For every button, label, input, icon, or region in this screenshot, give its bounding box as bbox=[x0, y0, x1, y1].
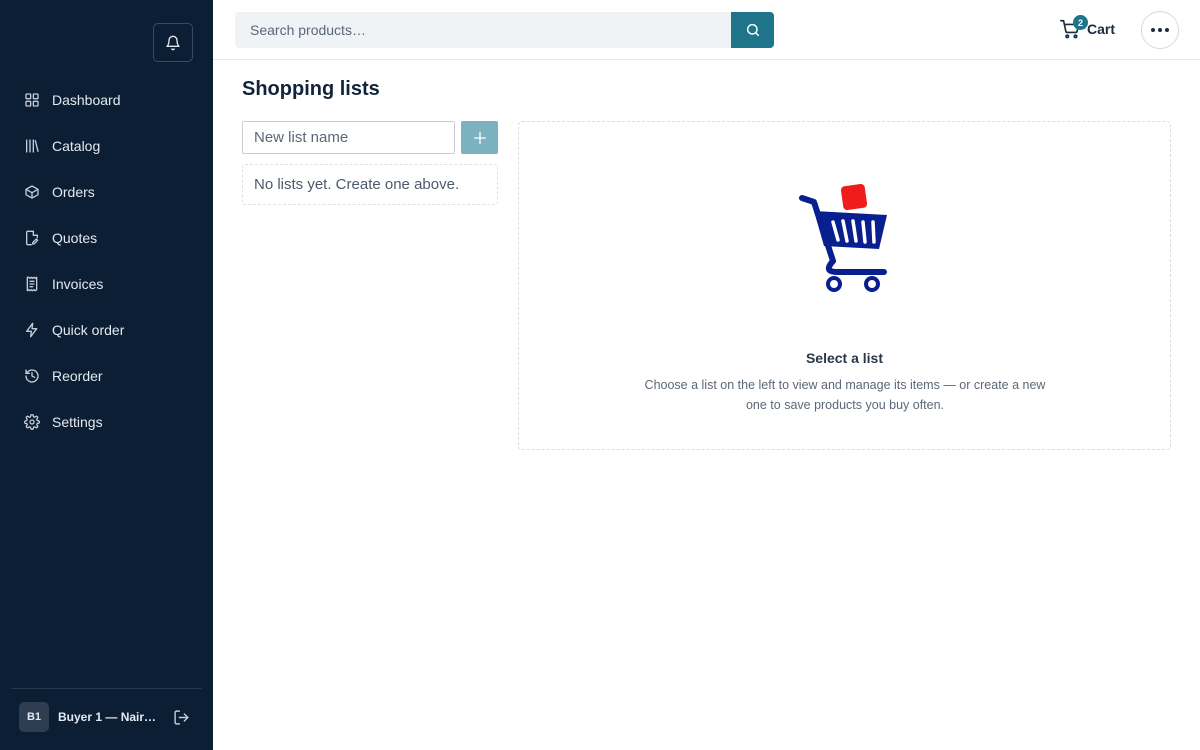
avatar: B1 bbox=[19, 702, 49, 732]
sidebar-item-label: Quick order bbox=[52, 322, 125, 338]
library-icon bbox=[24, 138, 40, 154]
search-icon bbox=[746, 23, 759, 37]
logout-icon bbox=[173, 709, 189, 725]
empty-lists-text: No lists yet. Create one above. bbox=[254, 176, 460, 193]
search-button[interactable] bbox=[731, 12, 774, 48]
cart-count-badge: 2 bbox=[1073, 15, 1088, 30]
notifications-button[interactable] bbox=[153, 23, 193, 62]
sidebar-item-label: Dashboard bbox=[52, 92, 121, 108]
empty-lists-message: No lists yet. Create one above. bbox=[242, 164, 498, 205]
sidebar-item-quick-order[interactable]: Quick order bbox=[0, 307, 213, 353]
search-bar bbox=[235, 12, 774, 48]
add-list-button[interactable] bbox=[461, 121, 498, 154]
bolt-icon bbox=[24, 322, 40, 338]
sidebar-item-invoices[interactable]: Invoices bbox=[0, 261, 213, 307]
sidebar-item-label: Orders bbox=[52, 184, 95, 200]
history-icon bbox=[24, 368, 40, 384]
new-list-name-input[interactable] bbox=[242, 121, 455, 154]
gear-icon bbox=[24, 414, 40, 430]
sidebar-item-label: Reorder bbox=[52, 368, 103, 384]
detail-title: Select a list bbox=[805, 350, 884, 366]
sidebar-item-settings[interactable]: Settings bbox=[0, 399, 213, 445]
bell-icon bbox=[166, 35, 180, 50]
cart-label: Cart bbox=[1087, 21, 1116, 37]
logout-button[interactable] bbox=[171, 707, 191, 727]
sidebar-item-quotes[interactable]: Quotes bbox=[0, 215, 213, 261]
shopping-cart-illustration-icon bbox=[799, 183, 887, 292]
list-detail-panel: Select a list Choose a list on the left … bbox=[518, 121, 1171, 450]
cart-icon-wrapper: 2 bbox=[1059, 15, 1088, 40]
more-horizontal-icon bbox=[1151, 28, 1169, 32]
sidebar-item-catalog[interactable]: Catalog bbox=[0, 123, 213, 169]
detail-description: Choose a list on the left to view and ma… bbox=[644, 378, 1046, 412]
cart-button[interactable]: 2 Cart bbox=[1059, 14, 1115, 44]
sidebar-item-dashboard[interactable]: Dashboard bbox=[0, 77, 213, 123]
user-name: Buyer 1 — Nairobi bbox=[58, 710, 158, 724]
sidebar-nav: Dashboard Catalog Orders Quotes Invoices bbox=[0, 77, 213, 445]
user-panel: B1 Buyer 1 — Nairobi bbox=[11, 688, 202, 750]
grid-icon bbox=[24, 92, 40, 108]
sidebar-item-label: Settings bbox=[52, 414, 103, 430]
sidebar-item-reorder[interactable]: Reorder bbox=[0, 353, 213, 399]
sidebar-item-label: Catalog bbox=[52, 138, 101, 154]
page-title: Shopping lists bbox=[242, 78, 380, 100]
plus-icon bbox=[473, 131, 486, 144]
top-bar: 2 Cart bbox=[213, 0, 1200, 60]
file-edit-icon bbox=[24, 230, 40, 246]
sidebar-item-orders[interactable]: Orders bbox=[0, 169, 213, 215]
sidebar: Dashboard Catalog Orders Quotes Invoices bbox=[0, 0, 213, 750]
sidebar-item-label: Quotes bbox=[52, 230, 98, 246]
receipt-icon bbox=[24, 276, 40, 292]
search-input[interactable] bbox=[235, 12, 731, 48]
more-options-button[interactable] bbox=[1141, 11, 1179, 49]
box-icon bbox=[24, 184, 40, 200]
sidebar-item-label: Invoices bbox=[52, 276, 104, 292]
